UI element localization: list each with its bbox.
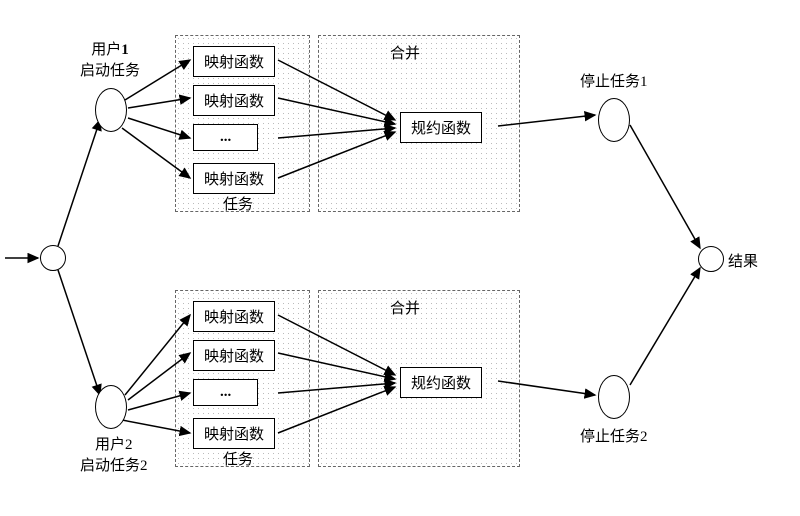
map-fn-box: 映射函数: [193, 163, 275, 194]
merge-region-label-2: 合并: [390, 297, 420, 318]
stop2-label: 停止任务2: [580, 425, 648, 446]
user1-label: 用户1 启动任务: [80, 38, 140, 80]
diagram-canvas: 用户1 启动任务 映射函数 映射函数 ... 映射函数 任务 合并 规约函数 停…: [0, 0, 800, 516]
user2-start-node: [95, 385, 127, 429]
map-fn-box: 映射函数: [193, 418, 275, 449]
map-fn-box: 映射函数: [193, 85, 275, 116]
ellipsis-box: ...: [193, 124, 258, 151]
stop2-node: [598, 375, 630, 419]
stop1-label: 停止任务1: [580, 70, 648, 91]
result-node: [698, 246, 724, 272]
map-region-label-2: 任务: [223, 448, 253, 469]
map-fn-box: 映射函数: [193, 46, 275, 77]
input-node: [40, 245, 66, 271]
merge-region-label-1: 合并: [390, 42, 420, 63]
reduce-fn-box-1: 规约函数: [400, 112, 482, 143]
user2-label: 用户2 启动任务2: [80, 433, 148, 475]
reduce-fn-box-2: 规约函数: [400, 367, 482, 398]
map-region-label-1: 任务: [223, 193, 253, 214]
map-fn-box: 映射函数: [193, 301, 275, 332]
result-label: 结果: [728, 250, 758, 271]
user1-start-node: [95, 88, 127, 132]
stop1-node: [598, 98, 630, 142]
ellipsis-box: ...: [193, 379, 258, 406]
map-fn-box: 映射函数: [193, 340, 275, 371]
